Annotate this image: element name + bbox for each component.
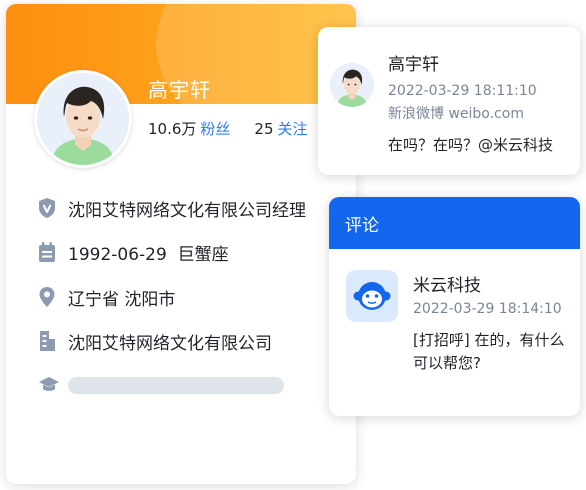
person-avatar-illustration <box>330 63 374 107</box>
following-link[interactable]: 关注 <box>278 120 308 138</box>
profile-name: 高宇轩 <box>148 78 211 102</box>
company-building-icon <box>38 330 56 352</box>
location-pin-icon <box>38 286 56 308</box>
comment-author-name: 米云科技 <box>413 276 481 296</box>
location-text: 辽宁省 沈阳市 <box>68 289 176 310</box>
following-count: 25 <box>254 120 274 138</box>
info-row-education <box>38 372 284 398</box>
info-row-location: 辽宁省 沈阳市 <box>38 284 175 310</box>
company-avatar[interactable] <box>346 270 398 322</box>
weibo-message-card[interactable]: 高宇轩 2022-03-29 18:11:10 新浪微博 weibo.com 在… <box>318 27 580 175</box>
comment-text: [打招呼] 在的，有什么可以帮您? <box>413 331 565 372</box>
info-row-birthday: 1992-06-29 巨蟹座 <box>38 239 229 265</box>
profile-card: 高宇轩 10.6万 粉丝 25 关注 沈阳艾特网络文化有限公司经理 1992-06-2… <box>6 4 356 484</box>
company-text: 沈阳艾特网络文化有限公司 <box>68 333 272 354</box>
occupation-text: 沈阳艾特网络文化有限公司经理 <box>68 200 306 221</box>
followers-link[interactable]: 粉丝 <box>200 120 230 138</box>
monkey-mascot-icon <box>353 282 391 310</box>
comment-timestamp: 2022-03-29 18:14:10 <box>413 301 562 317</box>
comment-header: 评论 <box>329 197 580 249</box>
message-source: 新浪微博 weibo.com <box>388 106 524 122</box>
profile-avatar[interactable] <box>34 70 132 168</box>
followers-count: 10.6万 <box>148 120 197 138</box>
profile-stats: 10.6万 粉丝 25 关注 <box>148 118 308 139</box>
info-row-occupation: 沈阳艾特网络文化有限公司经理 <box>38 195 306 221</box>
message-text: 在吗？在吗？@米云科技 <box>388 136 554 154</box>
message-timestamp: 2022-03-29 18:11:10 <box>388 83 537 99</box>
info-row-company: 沈阳艾特网络文化有限公司 <box>38 328 272 354</box>
message-sender-name: 高宇轩 <box>388 55 439 75</box>
graduation-cap-icon <box>38 374 60 396</box>
birthday-text: 1992-06-29 巨蟹座 <box>68 244 229 265</box>
person-avatar-illustration <box>37 73 129 165</box>
education-placeholder-bar <box>68 376 284 394</box>
message-avatar[interactable] <box>330 63 374 107</box>
calendar-icon <box>38 241 56 263</box>
comment-card: 评论 米云科技 2022-03-29 18:14:10 [打招呼] 在的，有什么… <box>329 197 580 416</box>
verified-shield-icon <box>38 197 56 219</box>
